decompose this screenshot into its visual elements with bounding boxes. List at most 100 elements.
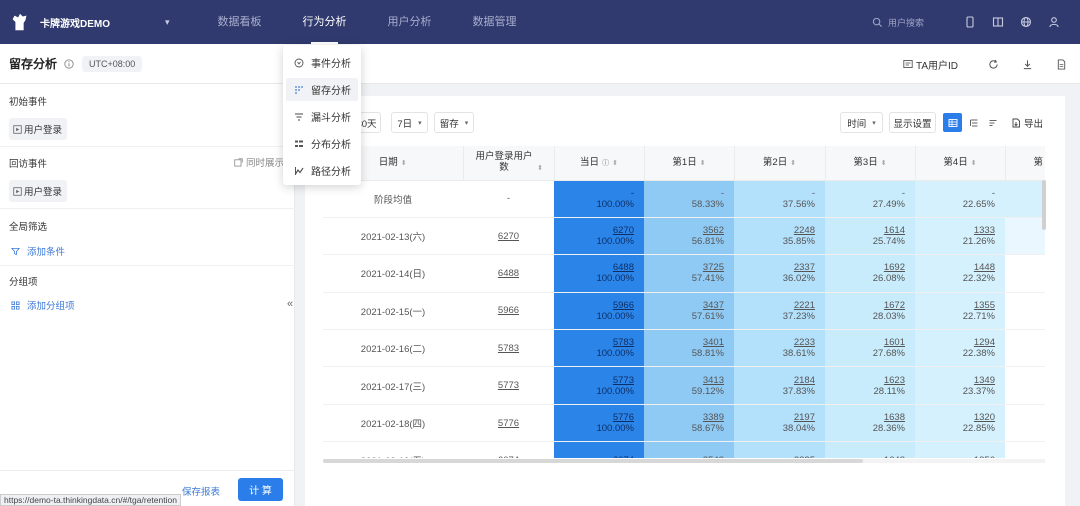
retention-cell-day2[interactable]: 2197 38.04% <box>734 404 825 443</box>
nav-tab-user[interactable]: 用户分析 <box>367 0 452 44</box>
user-icon[interactable] <box>1040 16 1068 28</box>
menu-item-retention-analysis[interactable]: 留存分析 <box>286 78 358 101</box>
col-header-day1[interactable]: 第1日 ⬍ <box>644 146 735 181</box>
horizontal-scrollbar-thumb[interactable] <box>323 459 863 463</box>
download-icon[interactable] <box>1010 59 1044 70</box>
nav-tab-data-manage[interactable]: 数据管理 <box>452 0 537 44</box>
retention-cell-day3[interactable]: 1601 27.68% <box>825 329 915 368</box>
retention-cell-day3[interactable]: 1638 28.36% <box>825 404 915 443</box>
chevron-down-icon[interactable]: ▾ <box>165 17 197 28</box>
retention-cell-day3[interactable]: 1614 25.74% <box>825 217 915 256</box>
menu-item-distribution-analysis[interactable]: 分布分析 <box>286 132 358 155</box>
retention-cell-day0[interactable]: 6270 100.00% <box>554 217 644 256</box>
save-report-button[interactable]: 保存报表 <box>176 480 226 502</box>
user-search[interactable]: 用户搜索 <box>872 16 956 29</box>
period-select[interactable]: 7日 ▾ <box>391 112 428 133</box>
info-icon[interactable] <box>64 58 74 69</box>
col-header-day4[interactable]: 第4日 ⬍ <box>915 146 1006 181</box>
retention-cell-day4[interactable]: 1349 23.37% <box>915 366 1005 405</box>
add-group-button[interactable]: 添加分组项 <box>11 298 75 312</box>
row-user-count[interactable]: 6074 <box>463 441 554 458</box>
collapse-view-icon[interactable] <box>983 113 1002 132</box>
menu-item-funnel-analysis[interactable]: 漏斗分析 <box>286 105 358 128</box>
collapse-panel-icon[interactable]: « <box>287 298 293 310</box>
logo-icon[interactable] <box>0 0 40 44</box>
retention-cell-day1[interactable]: 3725 57.41% <box>644 254 734 293</box>
retention-cell-day1[interactable]: 3413 59.12% <box>644 366 734 405</box>
sort-by-select[interactable]: 时间 ▾ <box>840 112 883 133</box>
table-row[interactable]: 2021-02-15(一) 5966 5966 100.00% 3437 57.61% 22… <box>323 292 1045 331</box>
row-date: 2021-02-15(一) <box>323 292 463 331</box>
add-condition-button[interactable]: 添加条件 <box>11 244 65 258</box>
table-row[interactable]: 2021-02-14(日) 6488 6488 100.00% 3725 57.41% 23… <box>323 254 1045 293</box>
retention-cell-day3[interactable]: 1623 28.11% <box>825 366 915 405</box>
export-button[interactable]: 导出 <box>1007 112 1047 133</box>
retention-cell-day0[interactable]: 5776 100.00% <box>554 404 644 443</box>
nav-tab-behavior[interactable]: 行为分析 <box>282 0 367 44</box>
retention-cell-day4[interactable]: 1448 22.32% <box>915 254 1005 293</box>
horizontal-scrollbar[interactable] <box>323 459 1045 463</box>
retention-cell-day4[interactable]: 1356 <box>915 441 1005 458</box>
retention-cell-day4[interactable]: 1355 22.71% <box>915 292 1005 331</box>
row-user-count[interactable]: 6270 <box>463 217 554 256</box>
col-header-day5[interactable]: 第 <box>1005 146 1045 181</box>
calculate-button[interactable]: 计 算 <box>238 478 283 501</box>
display-settings-button[interactable]: 显示设置 <box>889 112 936 133</box>
retention-cell-day4[interactable]: 1320 22.85% <box>915 404 1005 443</box>
retention-cell-day2[interactable]: 2337 36.02% <box>734 254 825 293</box>
row-user-count[interactable]: 5966 <box>463 292 554 331</box>
table-row[interactable]: 2021-02-17(三) 5773 5773 100.00% 3413 59.12% 21… <box>323 366 1045 405</box>
table-view-icon[interactable] <box>943 113 962 132</box>
retention-cell-day0[interactable]: 6488 100.00% <box>554 254 644 293</box>
report-icon[interactable] <box>1044 58 1078 70</box>
col-header-day0[interactable]: 当日 ⓘ ⬍ <box>554 146 645 181</box>
retention-cell-day0[interactable]: 6074 <box>554 441 644 458</box>
retention-cell-day3[interactable]: 1648 <box>825 441 915 458</box>
ta-user-id-toggle[interactable]: TA用户ID <box>903 57 958 72</box>
project-name[interactable]: 卡牌游戏DEMO <box>40 15 165 30</box>
retention-cell-day1[interactable]: 3543 <box>644 441 734 458</box>
return-event-chip[interactable]: 用户登录 <box>9 180 68 202</box>
retention-cell-day2[interactable]: 2233 38.61% <box>734 329 825 368</box>
nav-tab-dashboard[interactable]: 数据看板 <box>197 0 282 44</box>
retention-cell-day2[interactable]: 2248 35.85% <box>734 217 825 256</box>
col-header-users[interactable]: 用户登录用户数 ⬍ <box>463 146 555 181</box>
globe-icon[interactable] <box>1012 16 1040 28</box>
col-header-day3[interactable]: 第3日 ⬍ <box>825 146 916 181</box>
retention-cell-day1[interactable]: 3389 58.67% <box>644 404 734 443</box>
row-user-count[interactable]: 5773 <box>463 366 554 405</box>
table-row[interactable]: 2021-02-18(四) 5776 5776 100.00% 3389 58.67% 21… <box>323 404 1045 443</box>
menu-item-event-analysis[interactable]: 事件分析 <box>286 51 358 74</box>
retention-cell-day4[interactable]: 1294 22.38% <box>915 329 1005 368</box>
row-user-count[interactable]: 5783 <box>463 329 554 368</box>
metric-select[interactable]: 留存 ▾ <box>434 112 474 133</box>
retention-cell-day1[interactable]: 3562 56.81% <box>644 217 734 256</box>
retention-cell-day0[interactable]: 5966 100.00% <box>554 292 644 331</box>
retention-cell-day1[interactable]: 3401 58.81% <box>644 329 734 368</box>
retention-cell-day2[interactable]: 2184 37.83% <box>734 366 825 405</box>
simultaneous-show-toggle[interactable]: 同时展示 <box>234 155 284 169</box>
retention-cell-day0[interactable]: 5783 100.00% <box>554 329 644 368</box>
col-header-day2[interactable]: 第2日 ⬍ <box>734 146 826 181</box>
layout-icon[interactable] <box>984 16 1012 28</box>
row-user-count[interactable]: 5776 <box>463 404 554 443</box>
retention-cell-day3[interactable]: 1692 26.08% <box>825 254 915 293</box>
menu-item-path-analysis[interactable]: 路径分析 <box>286 159 358 182</box>
retention-cell-day1[interactable]: 3437 57.61% <box>644 292 734 331</box>
initial-event-chip[interactable]: 用户登录 <box>9 118 68 140</box>
table-row[interactable]: 2021-02-13(六) 6270 6270 100.00% 3562 56.81% 22… <box>323 217 1045 256</box>
row-user-count[interactable]: 6488 <box>463 254 554 293</box>
retention-cell-day3[interactable]: 1672 28.03% <box>825 292 915 331</box>
mobile-icon[interactable] <box>956 16 984 28</box>
expand-view-icon[interactable] <box>964 113 983 132</box>
refresh-icon[interactable] <box>976 59 1010 70</box>
retention-cell-day2[interactable]: 2325 <box>734 441 825 458</box>
table-row[interactable]: 2021-02-16(二) 5783 5783 100.00% 3401 58.81% 22… <box>323 329 1045 368</box>
retention-cell-day2[interactable]: 2221 37.23% <box>734 292 825 331</box>
retention-cell-day0[interactable]: 5773 100.00% <box>554 366 644 405</box>
timezone-badge[interactable]: UTC+08:00 <box>82 55 143 72</box>
table-row[interactable]: 2021-02-19(五)607460743543232516481356 <box>323 441 1045 458</box>
retention-cell-day4[interactable]: 1333 21.26% <box>915 217 1005 256</box>
table-row[interactable]: 阶段均值 - -100.00% -58.33% -37.56% -27.49% -22.65… <box>323 180 1045 218</box>
vertical-scrollbar[interactable] <box>1042 180 1046 230</box>
